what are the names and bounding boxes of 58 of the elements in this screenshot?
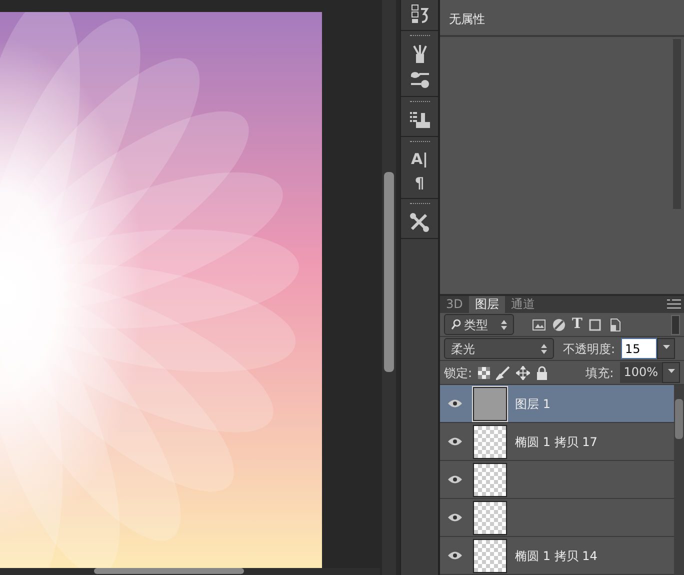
spinner-icon	[501, 320, 507, 330]
noise-thumbnail	[473, 386, 507, 420]
search-icon	[451, 319, 461, 330]
eye-icon[interactable]	[448, 475, 462, 484]
character-panel-icon[interactable]: A|	[410, 150, 428, 168]
transparent-thumbnail	[473, 462, 507, 496]
eye-icon[interactable]	[448, 437, 462, 446]
document-filter-icon[interactable]	[608, 318, 622, 332]
panel-menu-icon[interactable]	[667, 299, 681, 309]
fill-dropdown[interactable]	[662, 362, 680, 383]
square-filter-icon[interactable]	[588, 318, 602, 332]
text-filter-icon[interactable]: T	[572, 314, 582, 335]
panel-tab[interactable]: 3D	[440, 296, 469, 313]
lock-icon[interactable]	[536, 366, 548, 380]
layer-name[interactable]: 图层 1	[515, 394, 550, 412]
move-icon[interactable]	[516, 366, 530, 380]
blend-mode-value: 柔光	[451, 340, 475, 358]
properties-message: 无属性	[440, 0, 684, 37]
layer-row[interactable]: 椭圆 1 拷贝 17	[440, 423, 674, 461]
clone-source-icon[interactable]	[408, 110, 430, 130]
spinner-icon	[541, 344, 547, 354]
blend-mode-select[interactable]: 柔光	[444, 338, 554, 359]
paragraph-panel-icon[interactable]: ¶	[414, 174, 424, 192]
eye-icon[interactable]	[448, 399, 462, 408]
layer-name[interactable]: 椭圆 1 拷贝 14	[515, 546, 598, 564]
brush-presets-icon[interactable]	[408, 70, 430, 90]
transparent-thumbnail	[473, 424, 507, 458]
caret-icon	[668, 369, 674, 374]
panel-tab[interactable]: 图层	[468, 296, 505, 313]
filter-type-value: 类型	[464, 316, 488, 334]
fill-label: 填充:	[586, 364, 614, 382]
opacity-label: 不透明度:	[563, 340, 616, 358]
scrollbar-thumb[interactable]	[384, 172, 394, 372]
filter-type-select[interactable]: 类型	[444, 314, 514, 335]
eye-icon[interactable]	[448, 513, 462, 522]
history-icon[interactable]	[408, 4, 430, 24]
scrollbar-thumb[interactable]	[94, 568, 244, 574]
transparent-thumbnail	[473, 500, 507, 534]
transparent-thumbnail	[473, 538, 507, 572]
layer-row[interactable]	[440, 499, 674, 537]
filter-toggle[interactable]	[671, 314, 680, 334]
panel-tab[interactable]: 通道	[504, 296, 541, 313]
lock-transparent-icon[interactable]	[478, 366, 490, 378]
scrollbar-thumb[interactable]	[675, 399, 683, 439]
opacity-input[interactable]: 15	[621, 338, 658, 359]
lock-label: 锁定:	[444, 364, 472, 382]
fill-input[interactable]: 100%	[620, 362, 662, 383]
circle-filter-icon[interactable]	[552, 318, 566, 332]
layer-row[interactable]: 图层 1	[440, 385, 674, 423]
layer-row[interactable]: 椭圆 1 拷贝 14	[440, 537, 674, 575]
layer-row[interactable]	[440, 461, 674, 499]
layer-name[interactable]: 椭圆 1 拷贝 17	[515, 432, 598, 450]
tools-icon[interactable]	[408, 212, 430, 232]
caret-icon	[662, 345, 670, 350]
image-filter-icon[interactable]	[532, 318, 546, 332]
eye-icon[interactable]	[448, 551, 462, 560]
brush-icon[interactable]	[496, 366, 510, 380]
opacity-dropdown[interactable]	[657, 338, 676, 359]
